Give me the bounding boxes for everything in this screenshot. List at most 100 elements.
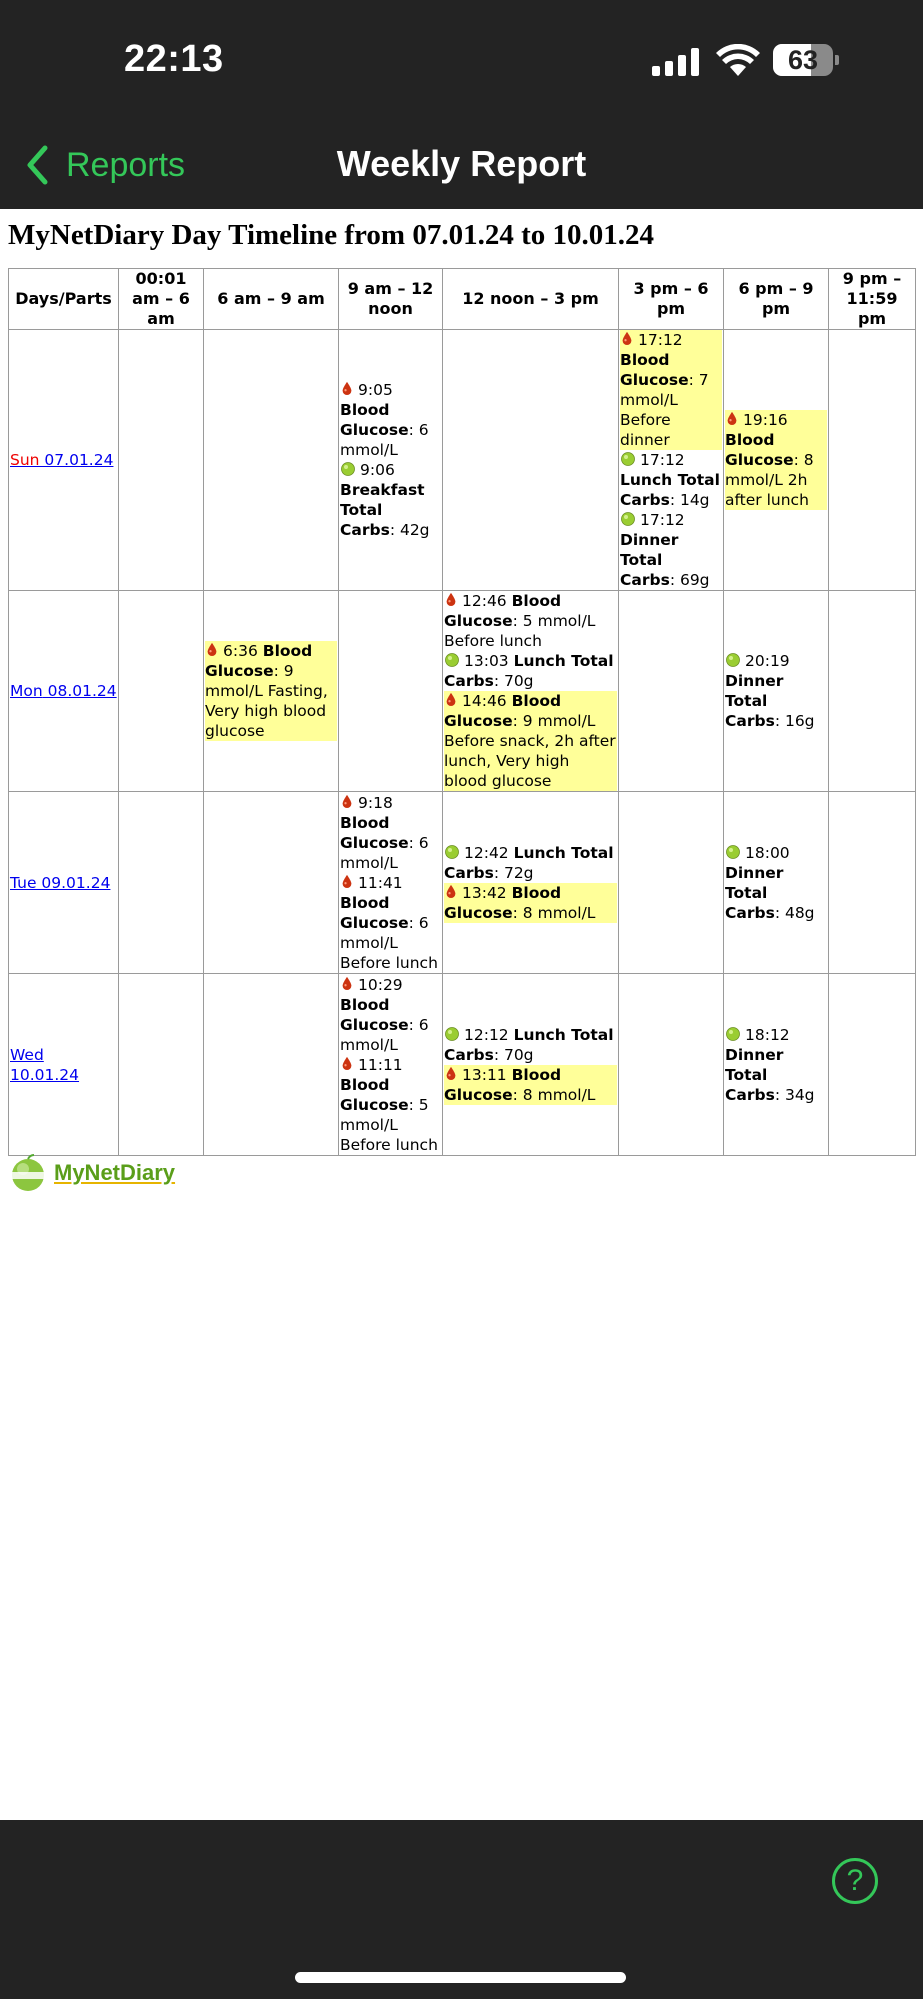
timeline-cell: 18:12 Dinner Total Carbs: 34g [723,973,829,1156]
battery-level: 63 [787,45,819,75]
timeline-cell [618,590,724,792]
timeline-entry: 9:18 Blood Glucose: 6 mmol/L [340,793,441,873]
table-row: Wed 10.01.24 10:29 Blood Glucose: 6 mmol/… [8,973,916,1156]
entry-label: Blood Glucose [205,642,313,680]
column-header: 9 am – 12 noon [338,268,443,330]
entry-value: : 42g [389,521,430,539]
entry-time: 11:41 [358,873,403,892]
blood-drop-icon [342,1056,352,1070]
blood-drop-icon [342,976,352,990]
entry-label: Blood Glucose [620,351,689,389]
day-date: 10.01.24 [10,1065,80,1084]
entry-label: Blood Glucose [340,1075,409,1114]
blood-drop-icon [622,331,632,345]
entry-time: 20:19 [745,652,790,670]
report-title: MyNetDiary Day Timeline from 07.01.24 to… [8,219,654,251]
timeline-cell: 12:46 Blood Glucose: 5 mmol/L Before lun… [442,590,619,792]
timeline-cell [828,973,916,1156]
timeline-entry: 19:16 Blood Glucose: 8 mmol/L 2h after l… [725,410,827,510]
timeline-cell: 19:16 Blood Glucose: 8 mmol/L 2h after l… [723,329,829,591]
entry-time: 12:12 [464,1025,509,1044]
entry-time: 17:12 [640,511,685,529]
apple-icon [445,844,459,859]
help-icon[interactable]: ? [832,1858,878,1904]
timeline-entry: 12:42 Lunch Total Carbs: 72g [444,843,617,883]
day-cell: Wed 10.01.24 [8,973,119,1156]
day-date: 08.01.24 [42,682,117,700]
entry-label: Blood Glucose [340,893,409,932]
timeline-cell [618,791,724,974]
blood-drop-icon [446,692,456,706]
entry-time: 13:11 [462,1065,507,1084]
entry-label: Blood Glucose [340,813,409,852]
timeline-entry: 18:12 Dinner Total Carbs: 34g [725,1025,827,1105]
table-row: Sun 07.01.24 9:05 Blood Glucose: 6 mmol/L… [8,329,916,591]
entry-time: 13:03 [464,652,509,670]
timeline-cell: 6:36 Blood Glucose: 9 mmol/L Fasting, Ve… [203,590,339,792]
entry-label: Blood Glucose [725,431,794,469]
apple-icon [621,452,635,466]
mynetdiary-logo[interactable]: MyNetDiary [8,1152,175,1194]
timeline-entry: 12:12 Lunch Total Carbs: 70g [444,1025,617,1065]
apple-icon [726,653,740,667]
table-row: Tue 09.01.24 9:18 Blood Glucose: 6 mmol/L… [8,791,916,974]
entry-time: 18:12 [745,1025,790,1044]
timeline-entry: 17:12 Dinner Total Carbs: 69g [620,510,722,590]
apple-icon [726,1026,740,1041]
day-name: Sun [10,451,40,469]
timeline-cell [203,791,339,974]
entry-time: 9:18 [358,793,393,812]
day-link[interactable]: Sun 07.01.24 [10,451,113,469]
entry-time: 10:29 [358,975,403,994]
timeline-cell [828,791,916,974]
timeline-cell [442,329,619,591]
entry-value: : 8 mmol/L [512,1085,596,1104]
bottom-bar: ? [0,1820,923,1999]
timeline-cell [203,973,339,1156]
timeline-cell [618,973,724,1156]
entry-time: 18:00 [745,843,790,862]
page-title: Weekly Report [336,143,587,184]
day-link[interactable]: Mon 08.01.24 [10,682,117,700]
entry-value: : 34g [774,1085,815,1104]
day-link[interactable]: Wed 10.01.24 [10,1046,79,1084]
day-cell: Sun 07.01.24 [8,329,119,591]
timeline-cell [828,590,916,792]
timeline-entry: 11:11 Blood Glucose: 5 mmol/L Before lun… [340,1055,441,1155]
report-content: MyNetDiary Day Timeline from 07.01.24 to… [8,209,916,1156]
timeline-cell: 10:29 Blood Glucose: 6 mmol/L 11:11 Blood… [338,973,443,1156]
entry-time: 13:42 [462,883,507,902]
status-bar: 22:13 63 [0,0,923,125]
entry-value: : 70g [493,672,534,690]
timeline-entry: 9:06 Breakfast Total Carbs: 42g [340,460,441,540]
timeline-entry: 18:00 Dinner Total Carbs: 48g [725,843,827,923]
battery-icon: 63 [773,44,839,76]
timeline-cell [118,973,204,1156]
timeline-cell [203,329,339,591]
day-link[interactable]: Tue 09.01.24 [10,874,110,892]
home-indicator[interactable] [295,1972,626,1983]
blood-drop-icon [342,381,352,395]
day-date: 07.01.24 [39,451,114,469]
timeline-cell: 20:19 Dinner Total Carbs: 16g [723,590,829,792]
timeline-cell: 12:12 Lunch Total Carbs: 70g 13:11 Blood … [442,973,619,1156]
timeline-cell: 12:42 Lunch Total Carbs: 72g 13:42 Blood … [442,791,619,974]
timeline-entry: 13:03 Lunch Total Carbs: 70g [444,651,617,691]
apple-icon [621,512,635,526]
timeline-entry: 9:05 Blood Glucose: 6 mmol/L [340,380,441,460]
cellular-signal-icon [652,48,702,76]
entry-time: 6:36 [223,642,258,660]
blood-drop-icon [342,794,352,808]
apple-icon [726,844,740,859]
apple-icon [445,1026,459,1041]
timeline-entry: 13:42 Blood Glucose: 8 mmol/L [444,882,617,923]
column-header: 3 pm – 6 pm [618,268,724,330]
entry-value: : 70g [493,1045,534,1064]
entry-time: 12:42 [464,843,509,862]
blood-drop-icon [342,874,352,888]
navigation-bar: Reports Weekly Report [0,125,923,209]
column-header: Days/Parts [8,268,119,330]
timeline-cell: 17:12 Blood Glucose: 7 mmol/L Before din… [618,329,724,591]
status-time: 22:13 [124,38,224,80]
entry-time: 11:11 [358,1055,403,1074]
